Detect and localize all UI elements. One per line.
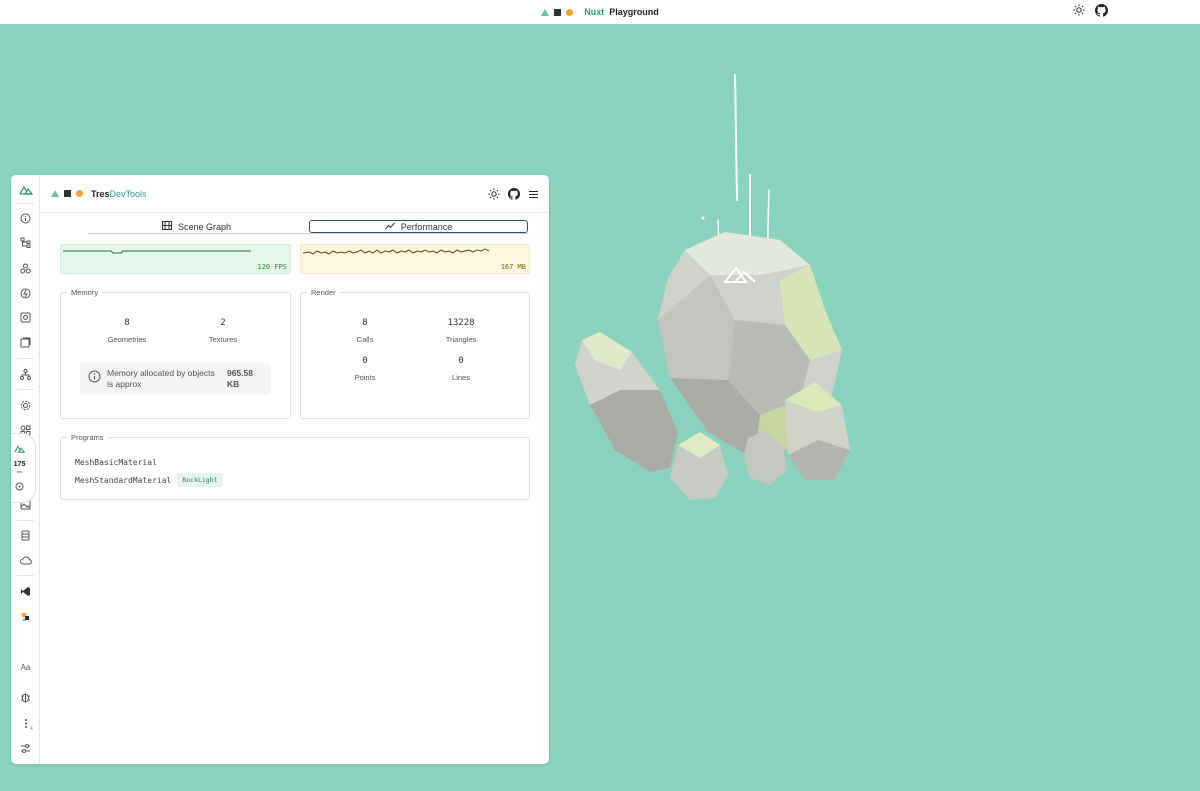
app-topbar: Nuxt Playground (0, 0, 1200, 24)
devtools-title: TresDevTools (91, 188, 147, 199)
brand[interactable]: Nuxt Playground (541, 7, 659, 17)
render-time-pill[interactable]: 175 ms (11, 433, 36, 503)
tab-scene-graph-label: Scene Graph (177, 221, 232, 232)
triangle-shape-icon (541, 8, 550, 16)
geometries-stat: 8 Geometries (97, 318, 157, 344)
program-tag: RockLight (177, 473, 223, 487)
triangles-label: Triangles (445, 335, 477, 344)
render-legend: Render (307, 288, 340, 297)
triangles-stat: 13228 Triangles (431, 318, 491, 344)
film-icon (161, 221, 172, 232)
circle-shape-icon (76, 190, 83, 197)
memory-graph: 167 MB (300, 244, 530, 274)
render-time-unit: ms (16, 468, 23, 474)
program-item[interactable]: MeshStandardMaterial RockLight (75, 473, 223, 487)
fps-value: 120 FPS (257, 263, 287, 271)
sun-icon[interactable] (1073, 4, 1085, 19)
graph-icon[interactable] (11, 366, 40, 382)
menu-icon[interactable] (528, 187, 539, 205)
devtools-panel: Aa 4 175 ms TresDevTools Scene Graph Per… (11, 175, 549, 764)
github-icon[interactable] (1095, 4, 1108, 19)
assets-icon[interactable] (11, 334, 40, 350)
github-icon[interactable] (508, 187, 520, 205)
tree-icon[interactable] (11, 234, 40, 250)
calls-stat: 8 Calls (335, 318, 395, 344)
programs-legend: Programs (67, 433, 108, 442)
program-item[interactable]: MeshBasicMaterial (75, 458, 157, 467)
memory-info-value: 965.58 KB (227, 368, 253, 389)
nuxt-mini-icon (14, 440, 26, 458)
programs-panel: Programs MeshBasicMaterial MeshStandardM… (60, 433, 530, 500)
points-label: Points (354, 373, 376, 382)
font-icon[interactable]: Aa (11, 659, 40, 675)
textures-label: Textures (208, 335, 238, 344)
memory-value: 167 MB (500, 263, 526, 271)
textures-value: 2 (220, 318, 226, 328)
scene-canvas[interactable] (560, 60, 870, 510)
info-icon[interactable] (11, 210, 40, 226)
tab-performance[interactable]: Performance (309, 220, 528, 233)
calls-value: 8 (362, 318, 368, 328)
square-shape-icon (554, 8, 562, 16)
chart-icon (384, 222, 395, 232)
sliders-icon[interactable] (11, 740, 40, 756)
memory-info-text: Memory allocated by objects is approx (107, 368, 215, 389)
geometries-value: 8 (124, 318, 130, 328)
render-panel: Render 8 Calls 13228 Triangles 0 Points … (300, 288, 530, 419)
program-name: MeshBasicMaterial (75, 458, 157, 467)
brand-nuxt: Nuxt (584, 7, 605, 17)
fps-graph: 120 FPS (60, 244, 291, 274)
tab-performance-label: Performance (400, 221, 453, 232)
bug-icon[interactable] (11, 689, 40, 705)
calls-label: Calls (356, 335, 374, 344)
triangle-shape-icon (51, 190, 59, 197)
storage-icon[interactable] (11, 527, 40, 543)
info-icon (88, 370, 101, 388)
devtools-header: TresDevTools (40, 175, 549, 213)
components-icon[interactable] (11, 260, 40, 276)
points-stat: 0 Points (335, 356, 395, 382)
circle-shape-icon (566, 8, 574, 16)
points-value: 0 (362, 356, 368, 366)
more-icon[interactable] (11, 715, 40, 731)
sun-icon[interactable] (488, 187, 500, 205)
devtools-sidebar: Aa 4 175 ms (11, 175, 40, 764)
target-icon (15, 478, 24, 496)
devtools-tabs: Scene Graph Performance (88, 220, 528, 234)
square-shape-icon (64, 190, 71, 197)
triangles-value: 13228 (447, 318, 475, 328)
lines-value: 0 (458, 356, 464, 366)
memory-legend: Memory (67, 288, 103, 297)
tab-scene-graph[interactable]: Scene Graph (88, 220, 305, 233)
settings-gear-icon[interactable] (11, 397, 40, 413)
vscode-icon[interactable] (11, 583, 40, 599)
program-name: MeshStandardMaterial (75, 475, 172, 485)
memory-info-box: Memory allocated by objects is approx 96… (80, 363, 271, 395)
brand-playground: Playground (609, 7, 659, 17)
memory-sparkline (302, 248, 490, 255)
render-time-value: 175 ms (13, 460, 26, 474)
nuxt-logo-icon[interactable] (11, 182, 40, 198)
memory-panel: Memory 8 Geometries 2 Textures Memory al… (60, 288, 291, 419)
more-badge: 4 (30, 726, 33, 732)
geometries-label: Geometries (107, 335, 147, 344)
tres-icon[interactable] (11, 609, 40, 625)
hooks-icon[interactable] (11, 285, 40, 301)
lines-stat: 0 Lines (431, 356, 491, 382)
textures-stat: 2 Textures (193, 318, 253, 344)
cloud-icon[interactable] (11, 552, 40, 568)
scene-icon[interactable] (11, 309, 40, 325)
lines-label: Lines (452, 373, 470, 382)
